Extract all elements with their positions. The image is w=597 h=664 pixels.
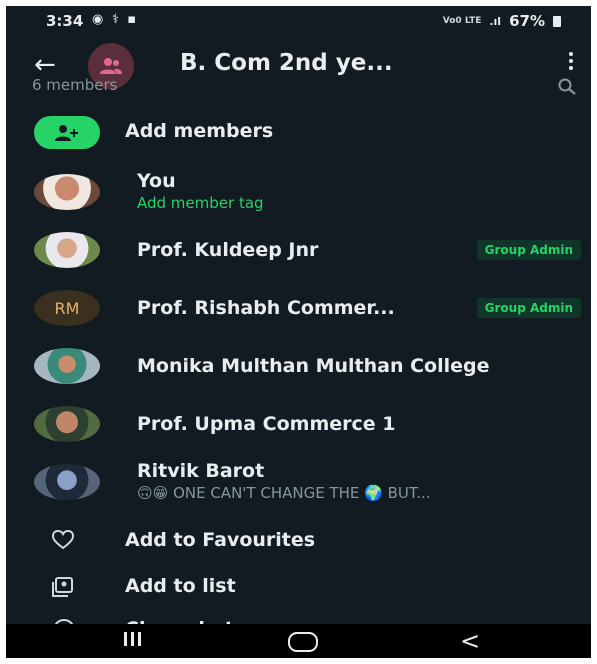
avatar <box>34 348 100 384</box>
avatar-initials-text: RM <box>54 298 80 318</box>
member-row-ritvik[interactable]: Ritvik Barot 🙃😁 ONE CAN'T CHANGE THE 🌍 B… <box>6 456 591 512</box>
recent-apps-icon[interactable] <box>124 632 141 646</box>
avatar <box>34 406 100 442</box>
member-name: Ritvik Barot <box>137 460 265 482</box>
member-row-monika[interactable]: Monika Multhan Multhan College <box>6 340 591 396</box>
home-icon[interactable] <box>288 632 318 652</box>
add-to-list-label: Add to list <box>125 575 236 597</box>
add-member-icon <box>34 116 100 149</box>
group-admin-badge: Group Admin <box>476 298 581 318</box>
member-row-you[interactable]: You Add member tag <box>6 166 591 222</box>
member-name: Prof. Kuldeep Jnr <box>137 239 319 261</box>
member-row-rishabh[interactable]: RM Prof. Rishabh Commer... Group Admin <box>6 282 591 338</box>
member-name: Prof. Upma Commerce 1 <box>137 413 396 435</box>
group-title[interactable]: B. Com 2nd ye... <box>180 50 393 76</box>
more-options-icon[interactable] <box>569 52 575 73</box>
status-text-end: BUT... <box>387 484 431 502</box>
member-row-kuldeep[interactable]: Prof. Kuldeep Jnr Group Admin <box>6 224 591 280</box>
member-name: Prof. Rishabh Commer... <box>137 297 395 319</box>
group-admin-badge: Group Admin <box>476 240 581 260</box>
add-to-favourites-label: Add to Favourites <box>125 529 316 551</box>
signal-icon: .ıl <box>489 14 502 28</box>
members-count: 6 members <box>32 76 118 94</box>
add-member-tag-link[interactable]: Add member tag <box>137 194 264 212</box>
battery-level: 67% <box>509 12 545 30</box>
member-row-upma[interactable]: Prof. Upma Commerce 1 <box>6 398 591 454</box>
add-members-row[interactable]: Add members <box>6 104 591 160</box>
member-name: You <box>137 170 176 192</box>
status-right: Vo0 LTE .ıl 67% <box>443 12 561 30</box>
network-indicator: Vo0 LTE <box>442 15 482 26</box>
battery-icon <box>553 15 561 27</box>
avatar <box>34 232 100 268</box>
nav-back-icon[interactable]: < <box>460 627 480 655</box>
heart-icon <box>52 530 74 550</box>
notification-icons: ◉ ⚕ ▪ <box>92 12 139 27</box>
add-members-label: Add members <box>125 120 274 142</box>
status-text: ONE CAN'T CHANGE THE <box>173 484 360 502</box>
avatar <box>34 174 100 210</box>
list-icon <box>52 577 73 597</box>
avatar <box>34 464 100 500</box>
globe-emoji-icon: 🌍 <box>364 484 383 502</box>
member-name: Monika Multhan Multhan College <box>137 355 490 377</box>
status-bar: 3:34 ◉ ⚕ ▪ Vo0 LTE .ıl 67% <box>6 6 591 36</box>
emoji-icon: 🙃😁 <box>137 484 169 502</box>
status-time: 3:34 <box>46 12 84 30</box>
avatar-initials: RM <box>34 290 100 326</box>
group-info-screen: 3:34 ◉ ⚕ ▪ Vo0 LTE .ıl 67% ← B. Com 2nd … <box>6 6 591 658</box>
search-icon[interactable] <box>557 78 577 96</box>
system-navigation-bar: < <box>6 624 591 658</box>
group-people-icon <box>100 58 122 74</box>
member-status: 🙃😁 ONE CAN'T CHANGE THE 🌍 BUT... <box>137 484 431 502</box>
